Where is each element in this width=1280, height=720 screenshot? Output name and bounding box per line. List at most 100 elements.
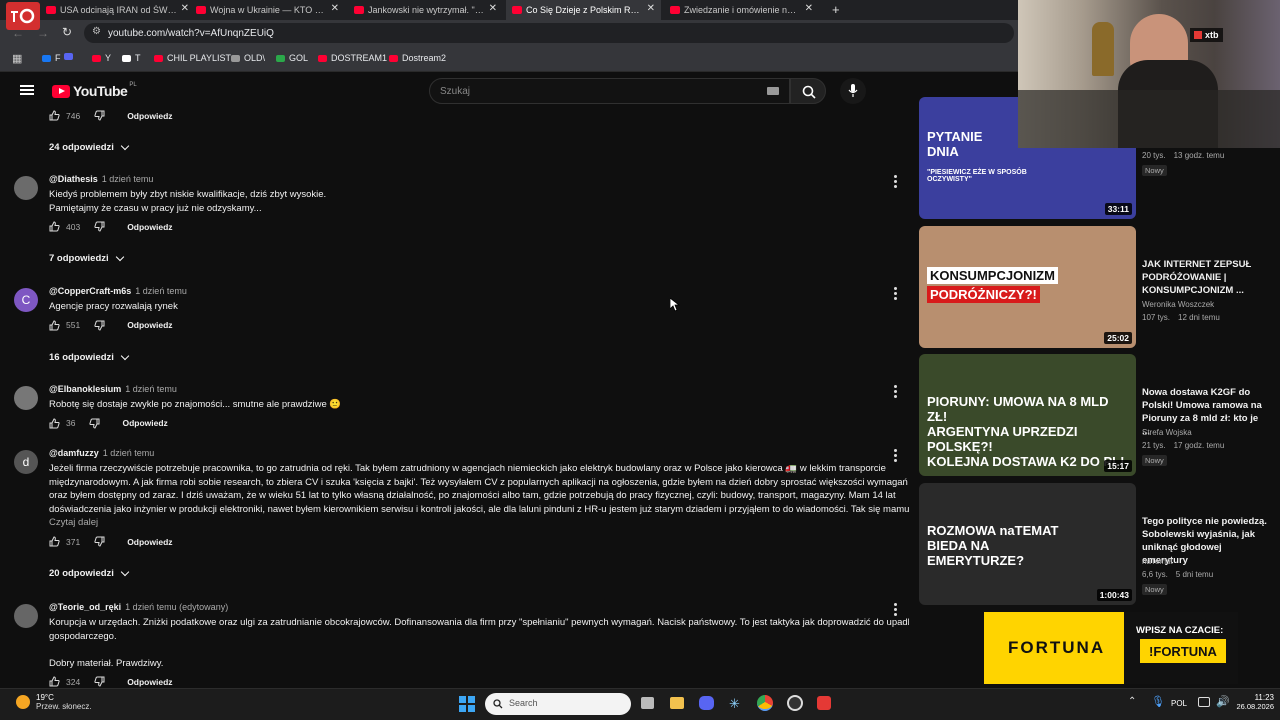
read-more-link[interactable]: Czytaj dalej [49,516,98,530]
obs-icon[interactable] [787,695,803,711]
browser-tab[interactable]: Co Się Dzieje z Polskim Rynkiem... ✕ [506,0,661,20]
bookmark-item[interactable]: F [42,53,61,63]
more-options-icon[interactable] [894,174,898,188]
comment-actions: 551 Odpowiedz [49,319,173,331]
weather-widget[interactable]: 19°C Przew. słonecz. [16,693,92,711]
keyboard-icon[interactable] [767,87,779,95]
more-options-icon[interactable] [894,448,898,462]
search-button[interactable] [790,78,826,104]
view-replies-button[interactable]: 24 odpowiedzi [49,141,130,153]
file-explorer-icon[interactable] [670,697,684,709]
network-icon[interactable] [1198,697,1210,707]
search-input[interactable]: Szukaj [429,78,790,104]
browser-tab[interactable]: USA odcinają IRAN od ŚWIATA... ✕ [40,0,195,20]
bookmark-item[interactable]: DOSTREAM1 [318,53,387,63]
tray-chevron-icon[interactable]: ⌃ [1128,696,1136,707]
reply-button[interactable]: Odpowiedz [127,677,172,687]
bookmark-item[interactable]: Y [92,53,111,63]
language-indicator[interactable]: POL [1171,699,1187,708]
comment-author[interactable]: @CopperCraft-m6s 1 dzień temu [49,286,187,296]
dislike-icon[interactable] [94,110,105,121]
related-video[interactable]: KONSUMPCJONIZM PODRÓŻNICZY?! 25:02 JAK INTE… [919,226,1279,350]
comment-author[interactable]: @damfuzzy 1 dzień temu [49,448,154,458]
view-replies-button[interactable]: 16 odpowiedzi [49,351,130,363]
volume-icon[interactable]: 🔊 [1216,695,1230,708]
reply-button[interactable]: Odpowiedz [127,320,172,330]
like-icon[interactable] [49,110,60,121]
like-icon[interactable] [49,319,60,331]
close-tab-icon[interactable]: ✕ [489,3,497,14]
browser-tab[interactable]: Zwiedzanie i omówienie najwy... ✕ [664,0,819,20]
dislike-icon[interactable] [94,536,105,547]
start-button[interactable] [459,696,475,712]
more-options-icon[interactable] [894,286,898,300]
url-field[interactable]: ⚙ youtube.com/watch?v=AfUnqnZEUiQ [84,23,1014,43]
sun-icon [16,695,30,709]
avatar[interactable]: d [14,450,38,474]
browser-tab[interactable]: Jankowski nie wytrzymał. "Zap... ✕ [348,0,503,20]
comment-author[interactable]: @Teorie_od_ręki 1 dzień temu (edytowany) [49,602,228,612]
reply-button[interactable]: Odpowiedz [127,111,172,121]
task-view-icon[interactable] [641,697,654,709]
like-icon[interactable] [49,676,60,687]
avatar[interactable] [14,176,38,200]
view-replies-button[interactable]: 7 odpowiedzi [49,252,124,264]
bookmark-item[interactable] [64,53,77,60]
apps-grid-icon[interactable]: ▦ [12,52,22,65]
comment-author[interactable]: @Elbanoklesium 1 dzień temu [49,384,177,394]
microphone-icon [848,84,858,97]
dislike-icon[interactable] [89,418,100,429]
chrome-icon[interactable] [757,695,773,711]
comment-time: 1 dzień temu [101,174,154,184]
new-tab-button[interactable]: + [832,2,840,17]
related-video[interactable]: ROZMOWA naTEMAT BIEDA NA EMERYTURZE? 1:00:4… [919,483,1279,607]
app-red-icon[interactable] [817,696,831,710]
site-info-icon[interactable]: ⚙ [92,26,101,37]
like-icon[interactable] [49,536,60,547]
tray-mic-icon[interactable]: 🎙 [1151,695,1165,708]
close-tab-icon[interactable]: ✕ [805,3,813,14]
close-tab-icon[interactable]: ✕ [647,3,655,14]
perplexity-icon[interactable]: ✳ [729,696,740,712]
view-replies-button[interactable]: 20 odpowiedzi [49,567,130,579]
dislike-icon[interactable] [94,320,105,331]
menu-icon[interactable] [20,85,34,95]
channel-name[interactable]: naTemat [1142,557,1173,566]
like-icon[interactable] [49,221,60,232]
youtube-logo[interactable]: YouTube PL [52,82,137,99]
dislike-icon[interactable] [94,676,105,687]
video-thumbnail[interactable]: ROZMOWA naTEMAT BIEDA NA EMERYTURZE? 1:00:4… [919,483,1136,605]
clock[interactable]: 11:23 26.08.2026 [1234,693,1274,711]
like-icon[interactable] [49,417,60,429]
dislike-icon[interactable] [94,221,105,232]
upload-age: 12 dni temu [1178,313,1220,322]
reply-button[interactable]: Odpowiedz [127,222,172,232]
bookmark-item[interactable]: OLD\ [231,53,265,63]
more-options-icon[interactable] [894,602,898,616]
related-video[interactable]: PIORUNY: UMOWA NA 8 MLD ZŁ! ARGENTYNA UPR… [919,354,1279,478]
comment-author[interactable]: @Diathesis 1 dzień temu [49,174,153,184]
voice-search-button[interactable] [840,78,866,104]
avatar[interactable] [14,604,38,628]
close-tab-icon[interactable]: ✕ [331,3,339,14]
taskbar-search-input[interactable]: Search [485,693,631,715]
video-title[interactable]: JAK INTERNET ZEPSUŁ PODRÓŻOWANIE | KONSU… [1142,258,1267,297]
avatar[interactable] [14,386,38,410]
more-options-icon[interactable] [894,384,898,398]
reply-button[interactable]: Odpowiedz [122,418,167,428]
bookmark-item[interactable]: CHIL PLAYLIST [154,53,231,63]
reload-icon[interactable]: ↻ [62,25,72,39]
reply-button[interactable]: Odpowiedz [127,537,172,547]
bookmark-item[interactable]: T [122,53,141,63]
channel-name[interactable]: Weronika Woszczek [1142,300,1214,309]
close-tab-icon[interactable]: ✕ [181,3,189,14]
discord-icon[interactable] [699,696,714,710]
bookmark-favicon-icon [231,54,240,62]
channel-name[interactable]: Strefa Wojska [1142,428,1192,437]
browser-tab[interactable]: Wojna w Ukrainie — KTO NA TYM... ✕ [190,0,345,20]
video-thumbnail[interactable]: PIORUNY: UMOWA NA 8 MLD ZŁ! ARGENTYNA UPR… [919,354,1136,476]
bookmark-item[interactable]: GOL [276,53,308,63]
avatar[interactable]: C [14,288,38,312]
video-thumbnail[interactable]: KONSUMPCJONIZM PODRÓŻNICZY?! 25:02 [919,226,1136,348]
bookmark-item[interactable]: Dostream2 [389,53,446,63]
